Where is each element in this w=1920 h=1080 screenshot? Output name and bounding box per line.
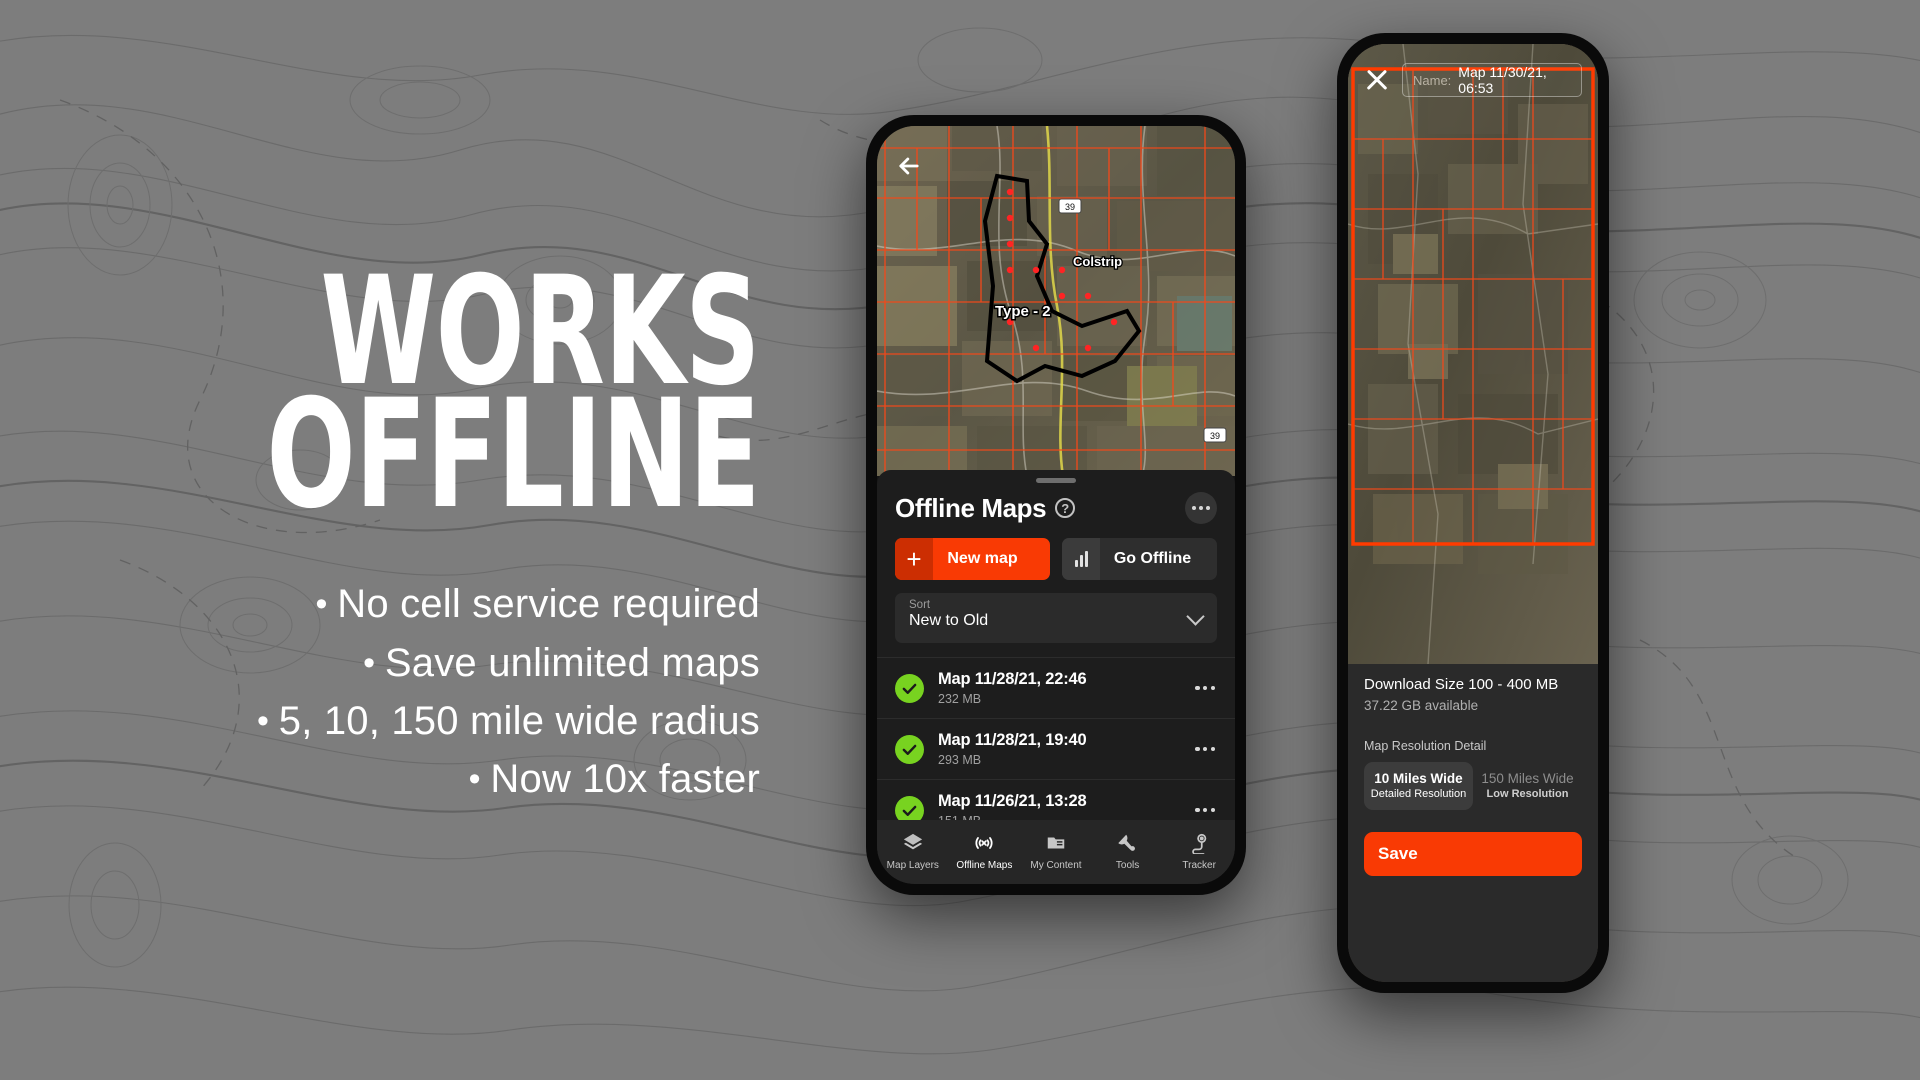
offline-map-list: Map 11/28/21, 22:46 232 MB Map 11/28/21,…	[877, 657, 1235, 840]
headline-line-2: Offline	[266, 368, 761, 543]
check-circle-icon	[895, 734, 924, 764]
go-offline-label: Go Offline	[1113, 550, 1192, 567]
resolution-option-low[interactable]: 150 Miles Wide Low Resolution	[1473, 762, 1582, 810]
tab-map-layers[interactable]: Map Layers	[877, 831, 949, 873]
svg-text:Type - 2: Type - 2	[995, 303, 1051, 320]
sort-dropdown[interactable]: Sort New to Old	[895, 593, 1217, 643]
go-offline-button[interactable]: Go Offline	[1062, 538, 1217, 580]
broadcast-icon	[949, 831, 1021, 855]
offline-maps-sheet: Offline Maps ? + New map Go Offline Sort…	[877, 470, 1235, 884]
layers-icon	[877, 831, 949, 855]
map-name-label: Name:	[1413, 72, 1452, 88]
map-canvas-front[interactable]: Colstrip Type - 2 39 39	[877, 126, 1235, 476]
sort-label: Sort	[909, 599, 931, 611]
resolution-option-title: 150 Miles Wide	[1481, 771, 1574, 786]
table-row[interactable]: Map 11/28/21, 22:46 232 MB	[877, 657, 1235, 718]
sheet-title: Offline Maps	[895, 492, 1047, 523]
sort-value: New to Old	[909, 612, 989, 629]
map-item-name: Map 11/26/21, 13:28	[938, 792, 1087, 810]
map-canvas-back[interactable]	[1348, 44, 1598, 664]
feature-bullet-list: No cell service required Save unlimited …	[257, 575, 760, 809]
download-size-text: Download Size 100 - 400 MB	[1364, 676, 1559, 693]
map-resolution-section-label: Map Resolution Detail	[1364, 739, 1487, 753]
map-item-name: Map 11/28/21, 19:40	[938, 731, 1087, 749]
back-phone-detail-panel: Download Size 100 - 400 MB 37.22 GB avai…	[1348, 664, 1598, 982]
save-button[interactable]: Save	[1364, 832, 1582, 876]
tab-label: Offline Maps	[956, 860, 1013, 871]
tab-offline-maps[interactable]: Offline Maps	[949, 831, 1021, 873]
new-map-label: New map	[947, 550, 1018, 567]
map-item-text: Map 11/28/21, 22:46 232 MB	[938, 670, 1181, 706]
ellipsis-icon[interactable]	[1185, 492, 1217, 524]
list-item: 5, 10, 150 mile wide radius	[257, 692, 760, 750]
row-ellipsis-icon[interactable]	[1195, 746, 1217, 752]
phone-back-screen: Name: Map 11/30/21, 06:53 Download Size …	[1348, 44, 1598, 982]
sheet-header: Offline Maps ?	[877, 483, 1235, 524]
marketing-copy: Works Offline No cell service required S…	[0, 0, 820, 1080]
svg-text:Colstrip: Colstrip	[1073, 254, 1122, 269]
sheet-action-row: + New map Go Offline	[877, 524, 1235, 580]
map-name-field[interactable]: Name: Map 11/30/21, 06:53	[1402, 63, 1582, 97]
svg-text:39: 39	[1065, 202, 1075, 212]
map-name-value: Map 11/30/21, 06:53	[1458, 64, 1547, 96]
phone-front-device: Colstrip Type - 2 39 39 Offline Maps ? +…	[866, 115, 1246, 895]
save-button-label: Save	[1378, 844, 1418, 863]
list-item: Save unlimited maps	[257, 634, 760, 692]
signal-bars-icon	[1062, 538, 1100, 580]
map-item-size: 293 MB	[938, 753, 982, 767]
tab-my-content[interactable]: My Content	[1020, 831, 1092, 873]
close-icon[interactable]	[1364, 67, 1390, 93]
new-map-button[interactable]: + New map	[895, 538, 1050, 580]
phone-front-screen: Colstrip Type - 2 39 39 Offline Maps ? +…	[877, 126, 1235, 884]
phone-back-device: Name: Map 11/30/21, 06:53 Download Size …	[1337, 33, 1609, 993]
tools-icon	[1092, 831, 1164, 855]
map-item-text: Map 11/28/21, 19:40 293 MB	[938, 731, 1181, 767]
map-item-name: Map 11/28/21, 22:46	[938, 670, 1087, 688]
tab-tracker[interactable]: Tracker	[1163, 831, 1235, 873]
map-resolution-options: 10 Miles Wide Detailed Resolution 150 Mi…	[1364, 762, 1582, 810]
storage-available-text: 37.22 GB available	[1364, 698, 1479, 713]
list-item: Now 10x faster	[257, 750, 760, 808]
back-phone-topbar: Name: Map 11/30/21, 06:53	[1348, 44, 1598, 116]
svg-text:39: 39	[1210, 431, 1220, 441]
check-circle-icon	[895, 673, 924, 703]
tab-label: Map Layers	[886, 860, 939, 871]
resolution-option-subtitle: Low Resolution	[1486, 788, 1569, 800]
folder-icon	[1020, 831, 1092, 855]
map-item-size: 232 MB	[938, 692, 982, 706]
tab-label: My Content	[1030, 860, 1082, 871]
plus-icon: +	[895, 538, 933, 580]
tab-tools[interactable]: Tools	[1092, 831, 1164, 873]
tracker-pin-icon	[1163, 831, 1235, 855]
resolution-option-subtitle: Detailed Resolution	[1370, 788, 1467, 800]
table-row[interactable]: Map 11/28/21, 19:40 293 MB	[877, 718, 1235, 779]
tab-label: Tools	[1115, 860, 1140, 871]
help-icon[interactable]: ?	[1055, 498, 1076, 518]
row-ellipsis-icon[interactable]	[1195, 685, 1217, 691]
list-item: No cell service required	[257, 575, 760, 633]
tab-label: Tracker	[1182, 860, 1216, 871]
resolution-option-title: 10 Miles Wide	[1374, 771, 1463, 786]
back-arrow-icon[interactable]	[895, 152, 923, 180]
row-ellipsis-icon[interactable]	[1195, 807, 1217, 813]
resolution-option-detailed[interactable]: 10 Miles Wide Detailed Resolution	[1364, 762, 1473, 810]
bottom-tab-bar: Map Layers Offline Maps My Content Tools…	[877, 820, 1235, 884]
page-title: Works Offline	[266, 257, 761, 543]
